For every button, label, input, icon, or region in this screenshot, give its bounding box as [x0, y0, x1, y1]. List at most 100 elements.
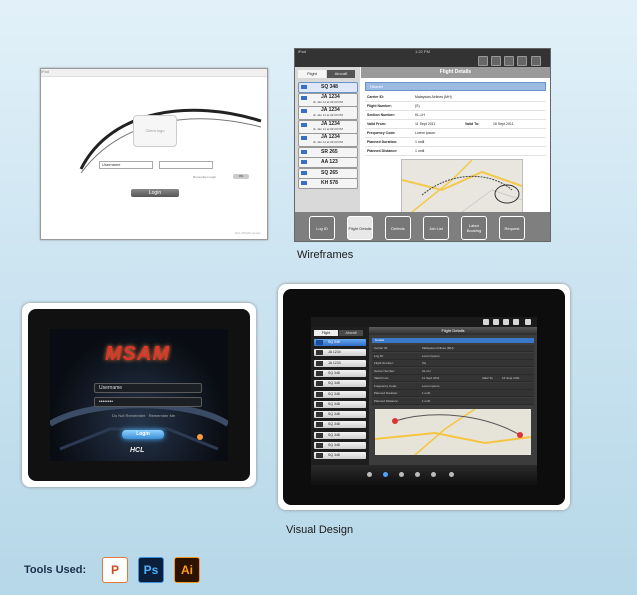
detail-value: Lorem ipsum: [422, 383, 440, 388]
flight-chip-icon: [316, 370, 323, 376]
detail-row: Carrier ID: Malaysian Airlines (MH): [365, 93, 546, 102]
flight-list-item[interactable]: SQ 348: [314, 390, 366, 398]
detail-value: 11 Sept 2011: [415, 122, 436, 126]
tab-flight-details[interactable]: Flight Details: [347, 216, 373, 240]
detail-row: Valid From: 11 Sept 2011 Valid To: 16 Sept …: [372, 375, 534, 382]
flight-list-item[interactable]: JA 1234 dt. Jan 11 at 02:20 PM: [298, 119, 358, 134]
section-header: Details: [372, 338, 534, 343]
swoosh-graphic: [79, 108, 262, 174]
user-icon[interactable]: [503, 319, 509, 325]
visual-flight-details-ipad: Flight Aircraft SQ 348 JA 1234 JA 1234 SQ 3…: [278, 284, 570, 510]
login-screen: MSAM Username •••••••• Do Not Remember R…: [50, 329, 228, 461]
flight-id: SQ 348: [328, 432, 340, 437]
flight-list-item[interactable]: SQ 348: [314, 411, 366, 419]
flight-list-item[interactable]: SQ 348: [298, 82, 358, 93]
remember-toggle[interactable]: ON: [233, 174, 249, 179]
remember-options[interactable]: Do Not Remember Remember Me: [112, 413, 175, 418]
username-field[interactable]: Username: [99, 161, 153, 169]
detail-key: Flight Number:: [374, 361, 394, 365]
wireframe-flight-details-screen: iPad 1:22 PM Flight Aircraft SQ 348 JA 12…: [294, 48, 551, 242]
request-icon[interactable]: [449, 472, 454, 477]
username-input[interactable]: Username: [94, 383, 202, 393]
chat-icon[interactable]: [517, 56, 527, 66]
flight-list-item[interactable]: JA 1234 dt. Jan 11 at 02:20 PM: [298, 92, 358, 107]
login-button[interactable]: Login: [131, 189, 179, 197]
flight-details-panel: Flight Details Details Carrier ID: Malays…: [369, 327, 537, 465]
tab-job-list[interactable]: Job List: [423, 216, 449, 240]
detail-value: Lorem Ipsum: [422, 353, 440, 358]
search-icon[interactable]: [478, 56, 488, 66]
flight-chip-icon: [316, 412, 323, 418]
detail-key: Planned Duration:: [374, 391, 399, 395]
wireframes-caption: Wireframes: [297, 249, 354, 261]
flight-list-item[interactable]: SQ 348: [314, 339, 366, 346]
flight-list-item[interactable]: SQ 348: [314, 421, 366, 429]
tab-log-id[interactable]: Log ID: [309, 216, 335, 240]
detail-key: Planned Distance:: [367, 149, 398, 153]
detail-value: 16 Sept 2011: [493, 122, 514, 126]
password-input[interactable]: ••••••••: [94, 397, 202, 407]
detail-key: Valid From:: [367, 122, 387, 126]
detail-value: 1 until: [422, 398, 431, 403]
flight-chip-icon: [301, 136, 307, 140]
job-list-icon[interactable]: [415, 472, 420, 477]
flight-chip-icon: [301, 95, 307, 100]
flight-details-panel: Flight Details Header Carrier ID: Malaysi…: [361, 67, 550, 213]
flight-list-item[interactable]: SR 265: [298, 146, 358, 158]
segment-aircraft[interactable]: Aircraft: [327, 70, 355, 78]
flight-list-item[interactable]: JA 1234: [314, 349, 366, 357]
flight-list-item[interactable]: JA 1234 dt. Jan 11 at 02:20 PM: [298, 106, 358, 120]
log-icon[interactable]: [367, 472, 372, 477]
power-icon[interactable]: [531, 56, 541, 66]
detail-key: Frequency Code:: [374, 383, 398, 388]
route-map[interactable]: [375, 409, 531, 455]
chat-icon[interactable]: [513, 319, 519, 325]
flight-list-item[interactable]: SQ 348: [314, 442, 366, 449]
top-bar: [311, 317, 537, 327]
route-map[interactable]: [401, 159, 523, 213]
flight-details-icon[interactable]: [383, 472, 388, 477]
wireframe-login-screen: iPad Client logo Username Remember Login…: [40, 68, 268, 240]
flight-list-item[interactable]: SQ 348: [314, 400, 366, 408]
flight-list-item[interactable]: JA 1234 dt. Jan 11 at 02:20 PM: [298, 133, 358, 147]
flight-list-item[interactable]: SQ 265: [298, 167, 358, 179]
flight-list-item[interactable]: KH 578: [298, 178, 358, 189]
ps-icon: Ps: [138, 557, 164, 583]
detail-value: (S): [422, 361, 426, 365]
flight-list-item[interactable]: SQ 348: [314, 431, 366, 439]
tab-request[interactable]: Request: [499, 216, 525, 240]
flight-list-item[interactable]: JA 1234: [314, 359, 366, 367]
gear-icon[interactable]: [493, 319, 499, 325]
flight-chip-icon: [301, 149, 307, 154]
flight-id: JA 1234: [328, 360, 341, 365]
segment-flight[interactable]: Flight: [298, 70, 326, 78]
flight-id: SR 265: [321, 148, 338, 155]
gear-icon[interactable]: [491, 56, 501, 66]
segment-aircraft[interactable]: Aircraft: [339, 330, 363, 336]
flight-list-item[interactable]: SQ 348: [314, 369, 366, 377]
flight-sidebar: Flight Aircraft SQ 348 JA 1234 JA 1234 SQ 3…: [311, 327, 369, 465]
flight-id: SQ 348: [328, 370, 340, 375]
detail-value: 1 until: [415, 140, 425, 144]
flight-id: SQ 348: [328, 391, 340, 396]
flight-list-item[interactable]: AA 123: [298, 157, 358, 168]
detail-value: 16 Sept 2011: [502, 376, 520, 380]
search-icon[interactable]: [483, 319, 489, 325]
flight-list-item[interactable]: SQ 348: [314, 452, 366, 460]
tab-labor-booking[interactable]: Labor Booking: [461, 216, 487, 240]
flight-list-item[interactable]: SQ 348: [314, 380, 366, 388]
tab-defects[interactable]: Defects: [385, 216, 411, 240]
do-not-remember-label: Do Not Remember: [112, 413, 146, 418]
flight-chip-icon: [301, 181, 307, 185]
detail-row: Valid From: 11 Sept 2011 Valid To: 16 Sept …: [365, 120, 546, 129]
labor-booking-icon[interactable]: [431, 472, 436, 477]
remember-me-label: Remember Me: [148, 413, 176, 418]
detail-row: Planned Distance: 1 until: [365, 147, 546, 156]
password-field[interactable]: [159, 161, 213, 169]
login-button[interactable]: Login: [122, 430, 164, 439]
segment-flight[interactable]: Flight: [314, 330, 338, 336]
defects-icon[interactable]: [399, 472, 404, 477]
map-graphic: [402, 160, 522, 212]
power-icon[interactable]: [525, 319, 531, 325]
user-icon[interactable]: [504, 56, 514, 66]
